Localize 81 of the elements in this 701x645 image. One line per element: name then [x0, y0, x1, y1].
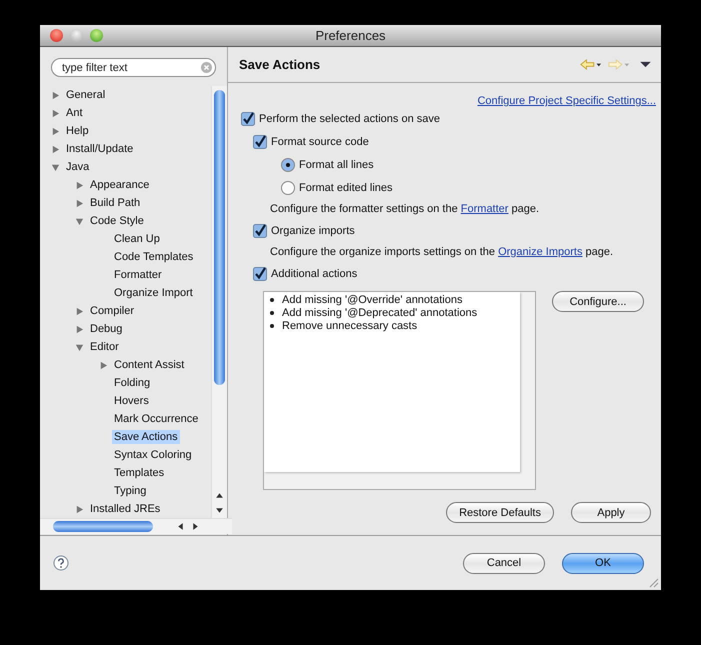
checkbox-label: Format source code: [271, 136, 369, 148]
back-arrow-icon[interactable]: [580, 58, 602, 71]
tree-item[interactable]: Compiler: [88, 304, 136, 318]
expander-icon[interactable]: [51, 162, 60, 172]
tree-item[interactable]: Help: [64, 124, 91, 138]
tree-item[interactable]: Code Templates: [112, 250, 196, 264]
expander-icon[interactable]: [75, 504, 84, 514]
page-title: Save Actions: [239, 57, 320, 72]
checkbox-label: Perform the selected actions on save: [259, 112, 440, 124]
tree-item[interactable]: Templates: [112, 466, 166, 480]
scroll-right-icon[interactable]: [191, 522, 200, 531]
configure-button[interactable]: Configure...: [552, 291, 644, 312]
tree-item[interactable]: Build Path: [88, 196, 142, 210]
project-settings-link[interactable]: Configure Project Specific Settings...: [477, 95, 656, 107]
clear-icon[interactable]: [201, 62, 212, 73]
radio-label: Format all lines: [299, 158, 374, 170]
apply-button[interactable]: Apply: [571, 502, 651, 523]
radio-button[interactable]: [281, 158, 295, 172]
action-item: Remove unnecessary casts: [282, 320, 418, 332]
checkbox[interactable]: [241, 112, 255, 126]
resize-grip-icon[interactable]: [647, 576, 659, 588]
tree-item[interactable]: Installed JREs: [88, 502, 162, 516]
bullet-icon: [270, 310, 274, 314]
hint-text: Configure the formatter settings on the Formatter page.: [270, 203, 540, 215]
expander-icon[interactable]: [51, 126, 60, 136]
expander-icon[interactable]: [75, 180, 84, 190]
tree-item[interactable]: Install/Update: [64, 142, 136, 156]
expander-icon[interactable]: [75, 342, 84, 352]
menu-caret-icon[interactable]: [640, 61, 651, 68]
tree-item[interactable]: Ant: [64, 106, 85, 120]
scroll-down-icon[interactable]: [215, 506, 224, 515]
checkbox-label: Additional actions: [271, 268, 358, 280]
bullet-icon: [270, 298, 274, 302]
cancel-button[interactable]: Cancel: [463, 552, 545, 574]
scroll-left-icon[interactable]: [176, 522, 185, 531]
tree-item[interactable]: Formatter: [112, 268, 164, 282]
scroll-up-icon[interactable]: [215, 491, 224, 500]
expander-icon[interactable]: [99, 360, 108, 370]
tree-item[interactable]: Appearance: [88, 178, 152, 192]
tree-item[interactable]: Mark Occurrence: [112, 412, 200, 426]
tree-item[interactable]: Folding: [112, 376, 152, 390]
close-icon[interactable]: [50, 29, 63, 42]
checkbox[interactable]: [253, 224, 267, 238]
page-link[interactable]: Organize Imports: [498, 246, 582, 258]
tree-item[interactable]: Syntax Coloring: [112, 448, 194, 462]
expander-icon[interactable]: [75, 324, 84, 334]
tree-item[interactable]: Typing: [112, 484, 148, 498]
expander-icon[interactable]: [51, 144, 60, 154]
tree-item[interactable]: Hovers: [112, 394, 151, 408]
checkbox[interactable]: [253, 266, 267, 280]
window-title: Preferences: [315, 28, 386, 43]
page-link[interactable]: Formatter: [460, 203, 508, 215]
tree-item[interactable]: Clean Up: [112, 232, 162, 246]
bullet-icon: [270, 324, 274, 328]
expander-icon[interactable]: [51, 90, 60, 100]
filter-field[interactable]: type filter text: [51, 58, 216, 77]
expander-icon[interactable]: [75, 216, 84, 226]
tree-item[interactable]: Content Assist: [112, 358, 186, 372]
expander-icon[interactable]: [75, 198, 84, 208]
tree-item[interactable]: Organize Import: [112, 286, 195, 300]
ok-button[interactable]: OK: [562, 552, 644, 574]
hint-text: Configure the organize imports settings on the Organize Imports page.: [270, 246, 614, 258]
vertical-scrollbar[interactable]: [211, 86, 227, 518]
action-item: Add missing '@Override' annotations: [282, 294, 462, 306]
expander-icon[interactable]: [75, 306, 84, 316]
help-icon[interactable]: [53, 555, 69, 571]
expander-icon[interactable]: [51, 108, 60, 118]
tree-item[interactable]: Save Actions: [112, 430, 180, 444]
tree-item[interactable]: Java: [64, 160, 92, 174]
checkbox[interactable]: [253, 134, 267, 148]
horizontal-scrollbar[interactable]: [40, 518, 232, 534]
tree-item[interactable]: Editor: [88, 340, 121, 354]
radio-label: Format edited lines: [299, 182, 393, 194]
checkbox-label: Organize imports: [271, 224, 355, 236]
tree-item[interactable]: Debug: [88, 322, 124, 336]
tree-item[interactable]: General: [64, 88, 108, 102]
zoom-icon[interactable]: [90, 29, 103, 42]
restore-defaults-button[interactable]: Restore Defaults: [446, 502, 554, 523]
radio-button[interactable]: [281, 180, 295, 194]
tree-item[interactable]: Code Style: [88, 214, 146, 228]
action-item: Add missing '@Deprecated' annotations: [282, 306, 478, 318]
